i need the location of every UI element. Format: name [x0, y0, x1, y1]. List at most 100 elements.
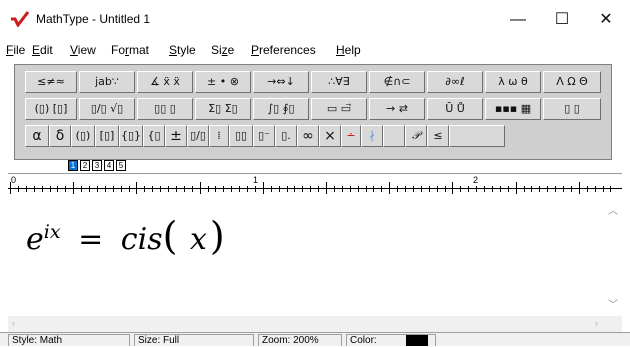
menu-edit[interactable]: Edit: [32, 43, 53, 57]
scroll-down-arrow-icon[interactable]: ﹀: [608, 296, 618, 311]
ruler-tick: [33, 186, 35, 192]
equation: eix = cis( x): [26, 214, 225, 258]
tab-5[interactable]: 5: [116, 160, 126, 171]
tool-plus-minus[interactable]: ±: [165, 125, 187, 147]
ruler-tick: [420, 186, 422, 192]
ruler-tick: [73, 182, 75, 194]
vertical-scrollbar[interactable]: ︿ ﹀: [605, 198, 622, 316]
minimize-button[interactable]: —: [496, 8, 540, 32]
tab-4[interactable]: 4: [104, 160, 114, 171]
ruler-tick: [563, 186, 564, 192]
tool-superscript[interactable]: ▯⁻: [253, 125, 275, 147]
ruler-tick: [476, 186, 478, 192]
ruler-tick: [247, 186, 248, 192]
ruler-tick: [144, 186, 146, 192]
menu-file[interactable]: File: [6, 43, 25, 57]
tab-1[interactable]: 1: [68, 160, 78, 171]
tool-dot-minus[interactable]: ∸: [341, 125, 361, 147]
tool-less-equal[interactable]: ≤: [427, 125, 449, 147]
status-size: Size: Full: [134, 334, 254, 346]
eq-function: cis: [120, 222, 163, 257]
ruler-tick: [152, 186, 154, 192]
palette-arrows[interactable]: →⇔↓: [253, 71, 309, 93]
palette-set-theory[interactable]: ∉∩⊂: [369, 71, 425, 93]
tool-empty-slot[interactable]: [383, 125, 405, 147]
ruler-tick: [602, 186, 604, 192]
ruler-tick: [381, 186, 383, 192]
equation-editor[interactable]: eix = cis( x) ︿ ﹀: [8, 198, 622, 316]
scroll-right-arrow-icon[interactable]: ›: [595, 318, 598, 328]
ruler-tick: [104, 186, 106, 192]
ruler-tick: [81, 186, 83, 192]
tool-subscript[interactable]: ▯.: [275, 125, 297, 147]
ruler-tick: [215, 186, 217, 192]
maximize-button[interactable]: ☐: [540, 8, 584, 32]
tool-braces[interactable]: {▯}: [119, 125, 143, 147]
tab-3[interactable]: 3: [92, 160, 102, 171]
menu-size[interactable]: Size: [211, 43, 234, 57]
palette-products[interactable]: Ū Ů: [427, 98, 483, 120]
menu-style[interactable]: Style: [169, 43, 196, 57]
ruler[interactable]: 0 1 2: [8, 173, 622, 199]
palette-integrals[interactable]: ∫▯ ∮▯: [253, 98, 309, 120]
tool-alpha[interactable]: α: [25, 125, 49, 147]
tool-fraction[interactable]: ▯/▯: [187, 125, 209, 147]
palette-embellishments[interactable]: ∡ ẍ ẍ: [137, 71, 193, 93]
palette-labeled-arrows[interactable]: → ⇄: [369, 98, 425, 120]
ruler-tick: [49, 186, 51, 192]
tool-vertical-ellipsis[interactable]: ⁞: [209, 125, 229, 147]
tool-empty-wide[interactable]: [449, 125, 505, 147]
ruler-tick: [128, 186, 130, 192]
ruler-tick: [286, 186, 288, 192]
eq-base: e: [26, 222, 44, 257]
ruler-label-0: 0: [11, 175, 17, 185]
palette-bars[interactable]: ▭ ▭⃗: [311, 98, 367, 120]
menu-view[interactable]: View: [70, 43, 96, 57]
palette-fractions-radicals[interactable]: ▯/▯ √▯: [79, 98, 135, 120]
palette-misc-symbols[interactable]: ∂∞ℓ: [427, 71, 483, 93]
horizontal-scrollbar[interactable]: ‹ ›: [8, 316, 622, 332]
ruler-tick: [57, 186, 59, 192]
ruler-tick: [523, 186, 525, 192]
palette-relations[interactable]: ≤≠≈: [25, 71, 77, 93]
palette-operators[interactable]: ± • ⊗: [195, 71, 251, 93]
ruler-tick: [278, 186, 280, 192]
palette-spaces-ellipses[interactable]: j̇ab∵: [79, 71, 135, 93]
ruler-tick: [570, 186, 572, 192]
palette-subscripts[interactable]: ▯▯ ▯: [137, 98, 193, 120]
palette-greek-lower[interactable]: λ ω θ: [485, 71, 541, 93]
ruler-tick: [294, 186, 296, 192]
tool-divides[interactable]: ∤: [361, 125, 383, 147]
ruler-label-2: 2: [473, 175, 479, 185]
palette-greek-upper[interactable]: Λ Ω Θ: [543, 71, 601, 93]
ruler-tick: [17, 186, 19, 192]
menu-format[interactable]: Format: [111, 43, 149, 57]
tool-infinity[interactable]: ∞: [297, 125, 319, 147]
palette-boxes[interactable]: ▯ ▯: [543, 98, 601, 120]
tab-2[interactable]: 2: [80, 160, 90, 171]
tool-times[interactable]: ×: [319, 125, 341, 147]
ruler-tick: [555, 186, 557, 192]
menu-preferences[interactable]: Preferences: [251, 43, 316, 57]
palette-sums[interactable]: Σ▯ Σ▯: [195, 98, 251, 120]
ruler-tick: [302, 186, 304, 192]
tool-script-p[interactable]: 𝒫: [405, 125, 427, 147]
tool-parens[interactable]: (▯): [71, 125, 95, 147]
tool-brackets[interactable]: [▯]: [95, 125, 119, 147]
ruler-tick: [539, 186, 541, 192]
palette-matrices[interactable]: ▪▪▪ ▦: [485, 98, 541, 120]
scroll-up-arrow-icon[interactable]: ︿: [608, 202, 618, 217]
palette-fences[interactable]: (▯) [▯]: [25, 98, 77, 120]
menu-help[interactable]: Help: [336, 43, 361, 57]
ruler-tick: [586, 186, 588, 192]
tool-matrix-row[interactable]: ▯▯: [229, 125, 253, 147]
close-button[interactable]: ✕: [584, 8, 628, 32]
scroll-left-arrow-icon[interactable]: ‹: [12, 318, 15, 328]
ruler-tick: [25, 186, 27, 192]
ruler-tick: [175, 186, 177, 192]
tool-left-brace[interactable]: {▯: [143, 125, 165, 147]
palette-logic[interactable]: ∴∀∃: [311, 71, 367, 93]
tool-delta[interactable]: δ: [49, 125, 71, 147]
ruler-tick: [484, 186, 485, 192]
ruler-tick: [397, 186, 399, 192]
